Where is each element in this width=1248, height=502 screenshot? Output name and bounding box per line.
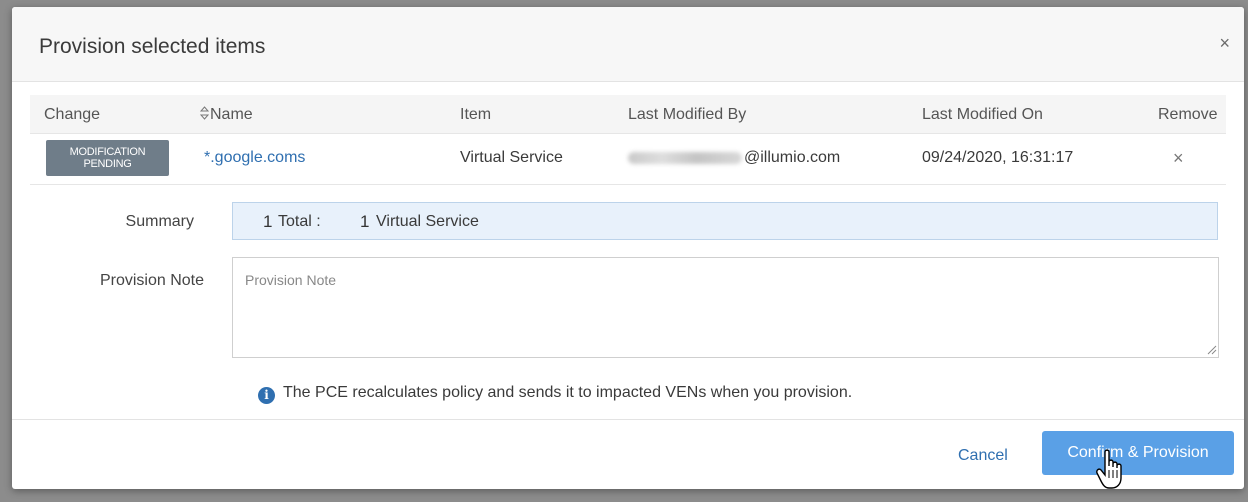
column-header-last-modified-on: Last Modified On	[922, 106, 1043, 123]
column-header-change: Change	[44, 106, 101, 123]
confirm-provision-button[interactable]: Confirm & Provision	[1042, 431, 1234, 475]
info-message: i The PCE recalculates policy and sends i…	[258, 384, 852, 404]
dialog-header: Provision selected items ×	[12, 7, 1244, 82]
provision-dialog: Provision selected items × Change Name I…	[12, 7, 1244, 489]
table-row: MODIFICATION PENDING *.google.coms Virtu…	[30, 134, 1226, 185]
redacted-username	[628, 151, 742, 164]
footer-divider	[12, 419, 1244, 420]
column-header-name-label: Name	[210, 106, 253, 123]
dialog-title: Provision selected items	[39, 35, 266, 58]
row-item: Virtual Service	[460, 149, 563, 166]
row-modified-on: 09/24/2020, 16:31:17	[922, 149, 1074, 166]
remove-row-icon[interactable]: ×	[1173, 148, 1184, 169]
column-header-last-modified-by: Last Modified By	[628, 106, 747, 123]
hand-cursor-icon	[1096, 449, 1122, 489]
badge-line-1: MODIFICATION	[69, 146, 146, 158]
info-icon: i	[258, 387, 275, 404]
column-header-item: Item	[460, 106, 492, 123]
summary-label: Summary	[125, 213, 194, 230]
column-header-remove: Remove	[1158, 106, 1218, 123]
cancel-button[interactable]: Cancel	[958, 447, 1008, 465]
provision-note-label: Provision Note	[99, 272, 204, 289]
row-modified-by: @illumio.com	[628, 149, 840, 167]
row-name-link[interactable]: *.google.coms	[204, 149, 305, 167]
badge-line-2: PENDING	[83, 158, 132, 170]
summary-vs-label: Virtual Service	[376, 213, 479, 230]
summary-total-count: 1	[263, 212, 273, 231]
summary-total-label: Total :	[278, 213, 321, 230]
sort-icon	[199, 106, 210, 125]
modification-pending-badge: MODIFICATION PENDING	[46, 140, 169, 176]
resize-handle-icon[interactable]	[1205, 343, 1217, 355]
row-modified-by-domain: @illumio.com	[744, 149, 841, 166]
provision-note-field[interactable]	[232, 257, 1219, 358]
info-text: The PCE recalculates policy and sends it…	[283, 384, 853, 401]
column-header-name[interactable]: Name	[199, 106, 253, 125]
close-icon[interactable]: ×	[1219, 33, 1230, 53]
summary-box: 1 Total : 1 Virtual Service	[232, 202, 1218, 240]
summary-vs-count: 1	[360, 212, 370, 231]
table-header: Change Name Item Last Modified By Last M…	[30, 95, 1226, 134]
